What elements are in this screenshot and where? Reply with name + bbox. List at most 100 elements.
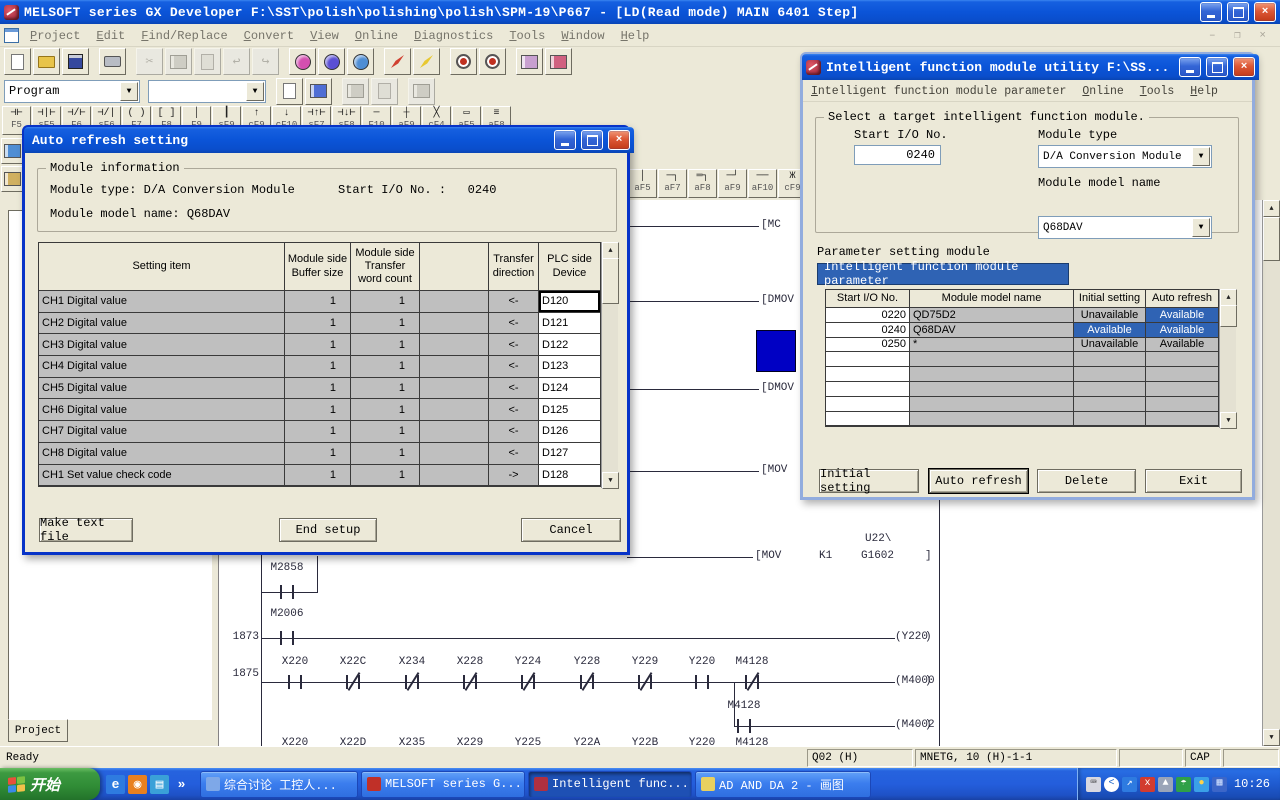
scroll-up-arrow[interactable]: ▲ (602, 242, 619, 259)
auto-refresh-cell[interactable]: Available (1146, 338, 1219, 353)
model-name-cell[interactable] (910, 412, 1074, 427)
plc-device-cell[interactable]: D125 (539, 399, 601, 421)
menu-window[interactable]: Window (553, 27, 612, 45)
ladder-symbol-button-aF8[interactable]: ═┐aF8 (688, 169, 717, 198)
auto-refresh-cell[interactable] (1146, 397, 1219, 412)
media-player-icon[interactable]: ◉ (128, 775, 147, 794)
find-device-button[interactable] (318, 48, 345, 75)
plc-device-cell[interactable]: D123 (539, 356, 601, 378)
scroll-up-arrow[interactable]: ▲ (1220, 289, 1237, 306)
close-button[interactable]: × (1233, 57, 1255, 77)
ladder-symbol-button-aF9[interactable]: ─┘aF9 (718, 169, 747, 198)
model-name-cell[interactable]: * (910, 338, 1074, 353)
menu-project[interactable]: Project (22, 27, 88, 45)
model-name-combo[interactable]: Q68DAV ▼ (1038, 216, 1212, 239)
initial-setting-cell[interactable]: Unavailable (1074, 308, 1146, 323)
keyboard-icon[interactable]: ⌨ (1086, 777, 1101, 792)
zoom-device-button[interactable] (450, 48, 477, 75)
device-comment-button[interactable] (371, 78, 398, 105)
chevron-down-icon[interactable]: ▼ (1192, 218, 1210, 237)
split-window-button[interactable] (516, 48, 543, 75)
auto-refresh-cell[interactable] (1146, 382, 1219, 397)
ladder-symbol-button-aF5[interactable]: │aF5 (628, 169, 657, 198)
exit-button[interactable]: Exit (1145, 469, 1242, 493)
plc-device-cell[interactable]: D121 (539, 313, 601, 335)
initial-setting-cell[interactable] (1074, 382, 1146, 397)
project-tab[interactable]: Project (8, 719, 68, 742)
scroll-down-arrow[interactable]: ▼ (1220, 412, 1237, 429)
chevron-down-icon[interactable]: ▼ (120, 82, 138, 101)
start-io-cell[interactable] (826, 382, 910, 397)
menu-convert[interactable]: Convert (236, 27, 302, 45)
chevron-down-icon[interactable]: ▼ (1192, 147, 1210, 166)
start-io-cell[interactable]: 0240 (826, 323, 910, 338)
ladder-vertical-scrollbar[interactable]: ▲ ▼ (1262, 200, 1280, 746)
save-button[interactable] (62, 48, 89, 75)
redo-button[interactable]: ↪ (252, 48, 279, 75)
plc-device-cell[interactable]: D122 (539, 334, 601, 356)
end-setup-button[interactable]: End setup (279, 518, 377, 542)
initial-setting-button[interactable]: Initial setting (819, 469, 919, 493)
restore-button[interactable] (1227, 2, 1249, 22)
auto-refresh-cell[interactable]: Available (1146, 308, 1219, 323)
lan-status-icon[interactable]: ▦ (1212, 777, 1227, 792)
menu-view[interactable]: View (302, 27, 347, 45)
menu-online[interactable]: Online (347, 27, 406, 45)
start-io-cell[interactable]: 0220 (826, 308, 910, 323)
close-button[interactable]: × (1254, 2, 1276, 22)
program-combo[interactable]: Program ▼ (4, 80, 140, 103)
initial-setting-cell[interactable] (1074, 397, 1146, 412)
comment-display-button[interactable] (545, 48, 572, 75)
messenger-icon[interactable]: ↗ (1122, 777, 1137, 792)
auto-refresh-cell[interactable] (1146, 412, 1219, 427)
parameter-tab[interactable]: Intelligent function module parameter (817, 263, 1069, 285)
launcher-icon[interactable]: ▲ (1158, 777, 1173, 792)
cut-button[interactable]: ✂ (136, 48, 163, 75)
maximize-button[interactable] (581, 130, 603, 150)
model-name-cell[interactable] (910, 397, 1074, 412)
initial-setting-cell[interactable]: Available (1074, 323, 1146, 338)
plc-device-cell[interactable]: D124 (539, 378, 601, 400)
print-button[interactable] (99, 48, 126, 75)
ie-icon[interactable]: e (106, 775, 125, 794)
auto-refresh-cell[interactable] (1146, 367, 1219, 382)
minimize-button[interactable] (1200, 2, 1222, 22)
scrollbar-thumb[interactable] (602, 258, 619, 304)
utility-menu-intelligent-function-module-parameter[interactable]: Intelligent function module parameter (803, 83, 1074, 100)
paste-button[interactable] (194, 48, 221, 75)
model-name-cell[interactable] (910, 367, 1074, 382)
plc-device-cell[interactable]: D127 (539, 443, 601, 465)
minimize-button[interactable] (1179, 57, 1201, 77)
antivirus-umbrella-icon[interactable]: ☂ (1176, 777, 1191, 792)
menu-diagnostics[interactable]: Diagnostics (406, 27, 501, 45)
new-file-button[interactable] (4, 48, 31, 75)
left-dock-button-2[interactable] (1, 166, 24, 192)
taskbar-button-1[interactable]: 综合讨论 工控人... (200, 771, 358, 798)
start-io-field[interactable]: 0240 (854, 145, 941, 165)
plc-device-cell[interactable]: D120 (539, 291, 601, 313)
initial-setting-cell[interactable] (1074, 352, 1146, 367)
cancel-button[interactable]: Cancel (521, 518, 621, 542)
plc-device-cell[interactable]: D126 (539, 421, 601, 443)
label-program-button[interactable] (342, 78, 369, 105)
settings-grid[interactable]: Setting itemModule side Buffer sizeModul… (38, 242, 604, 487)
network-globe-icon[interactable]: ● (1194, 777, 1209, 792)
close-button[interactable]: × (608, 130, 630, 150)
utility-menu-tools[interactable]: Tools (1132, 83, 1183, 100)
write-marker-button[interactable] (384, 48, 411, 75)
mdi-window-controls[interactable]: – ❐ × (1209, 28, 1272, 42)
initial-setting-cell[interactable] (1074, 367, 1146, 382)
plc-device-cell[interactable]: D128 (539, 465, 601, 487)
module-type-combo[interactable]: D/A Conversion Module ▼ (1038, 145, 1212, 168)
program-tree-button[interactable] (305, 78, 332, 105)
scrollbar-thumb[interactable] (1220, 305, 1237, 327)
model-name-cell[interactable] (910, 352, 1074, 367)
taskbar-button-2[interactable]: MELSOFT series G... (361, 771, 525, 798)
menu-help[interactable]: Help (613, 27, 658, 45)
taskbar-button-4[interactable]: AD AND DA 2 - 画图 (695, 771, 871, 798)
menu-edit[interactable]: Edit (88, 27, 133, 45)
delete-button[interactable]: Delete (1037, 469, 1136, 493)
start-io-cell[interactable] (826, 367, 910, 382)
left-dock-button-1[interactable] (1, 138, 24, 164)
utility-menu-online[interactable]: Online (1074, 83, 1131, 100)
